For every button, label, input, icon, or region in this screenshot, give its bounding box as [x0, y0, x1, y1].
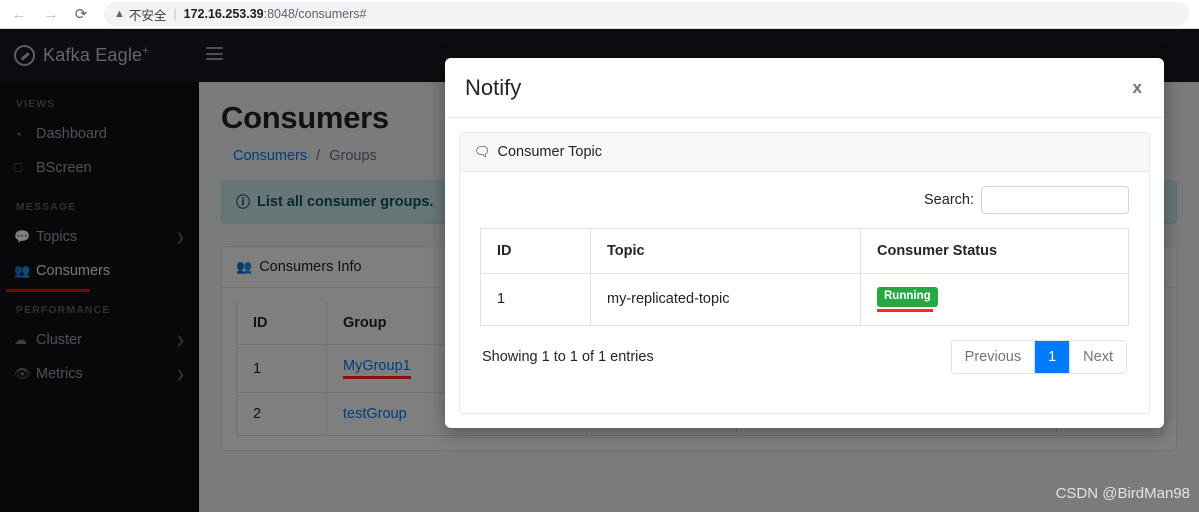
modal-title: Notify [465, 74, 522, 100]
cell-topic: my-replicated-topic [590, 273, 861, 326]
pagination-previous[interactable]: Previous [951, 340, 1036, 373]
cell-consumer-status: Running [860, 273, 1129, 326]
search-label: Search: [924, 192, 974, 208]
modal-card-header: 🗨 Consumer Topic [460, 133, 1149, 172]
search-input[interactable] [981, 186, 1129, 214]
consumer-topic-table: ID Topic Consumer Status 1 my-replicated… [480, 228, 1129, 326]
col-id: ID [480, 228, 591, 274]
forward-icon[interactable]: → [38, 1, 64, 27]
comments-icon: 🗨 [474, 144, 491, 159]
pagination-next[interactable]: Next [1070, 340, 1126, 373]
url-host: 172.16.253.39 [183, 7, 264, 21]
pagination-page-1[interactable]: 1 [1035, 340, 1071, 373]
annotation-underline [877, 308, 933, 312]
modal-card-body: Search: ID Topic Consumer Status 1 my-re… [460, 172, 1149, 384]
notify-modal: Notify x 🗨 Consumer Topic Search: ID Top… [445, 58, 1164, 428]
url-path: :8048/consumers# [263, 7, 367, 21]
browser-toolbar: ← → ⟳ ▲ 不安全 | 172.16.253.39:8048/consume… [0, 0, 1199, 29]
close-icon[interactable]: x [1131, 78, 1144, 98]
pagination: Previous 1 Next [950, 339, 1127, 374]
col-consumer-status: Consumer Status [860, 228, 1129, 274]
modal-card-title: Consumer Topic [497, 144, 603, 160]
table-footer: Showing 1 to 1 of 1 entries Previous 1 N… [480, 326, 1129, 374]
cell-id: 1 [480, 273, 591, 326]
table-header-row: ID Topic Consumer Status [480, 228, 1129, 274]
consumer-topic-card: 🗨 Consumer Topic Search: ID Topic Consum… [459, 132, 1150, 414]
warning-triangle-icon: ▲ [114, 8, 125, 20]
watermark: CSDN @BirdMan98 [1055, 485, 1190, 502]
omnibox-divider: | [173, 7, 177, 21]
app-root: ← → ⟳ ▲ 不安全 | 172.16.253.39:8048/consume… [0, 0, 1199, 512]
modal-body: 🗨 Consumer Topic Search: ID Topic Consum… [445, 118, 1164, 428]
insecure-label: 不安全 [128, 8, 167, 23]
status-badge: Running [877, 287, 938, 307]
back-icon[interactable]: ← [6, 1, 32, 27]
address-bar[interactable]: ▲ 不安全 | 172.16.253.39:8048/consumers# [104, 2, 1189, 26]
search-row: Search: [480, 186, 1129, 214]
modal-header: Notify x [445, 58, 1164, 118]
entries-info: Showing 1 to 1 of 1 entries [482, 348, 654, 365]
col-topic: Topic [590, 228, 861, 274]
reload-icon[interactable]: ⟳ [68, 1, 94, 27]
table-row: 1 my-replicated-topic Running [480, 273, 1129, 326]
